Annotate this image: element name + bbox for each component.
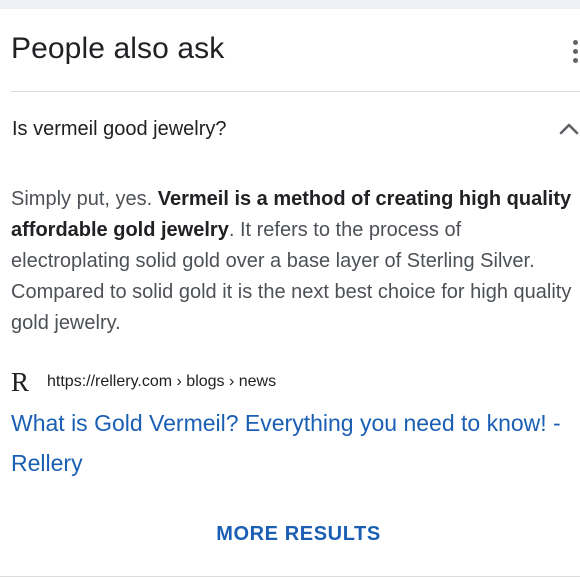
question-accordion-toggle[interactable]: Is vermeil good jewelry? <box>0 92 580 168</box>
section-title: People also ask <box>11 32 225 65</box>
chevron-up-icon[interactable] <box>558 120 580 136</box>
more-results-button[interactable]: MORE RESULTS <box>0 523 580 546</box>
more-options-icon[interactable] <box>570 40 580 66</box>
answer-intro: Simply put, yes. <box>11 188 158 210</box>
kebab-dot <box>573 49 578 54</box>
people-also-ask-panel: People also ask Is vermeil good jewelry?… <box>0 0 580 580</box>
question-text: Is vermeil good jewelry? <box>12 118 227 140</box>
kebab-dot <box>573 58 578 63</box>
site-favicon: R <box>11 367 30 397</box>
answer-snippet: Simply put, yes. Vermeil is a method of … <box>11 184 580 339</box>
divider <box>0 576 580 577</box>
result-title-link[interactable]: What is Gold Vermeil? Everything you nee… <box>11 403 580 483</box>
source-url[interactable]: https://rellery.com › blogs › news <box>47 373 276 391</box>
kebab-dot <box>573 40 578 45</box>
top-background-strip <box>0 0 580 9</box>
